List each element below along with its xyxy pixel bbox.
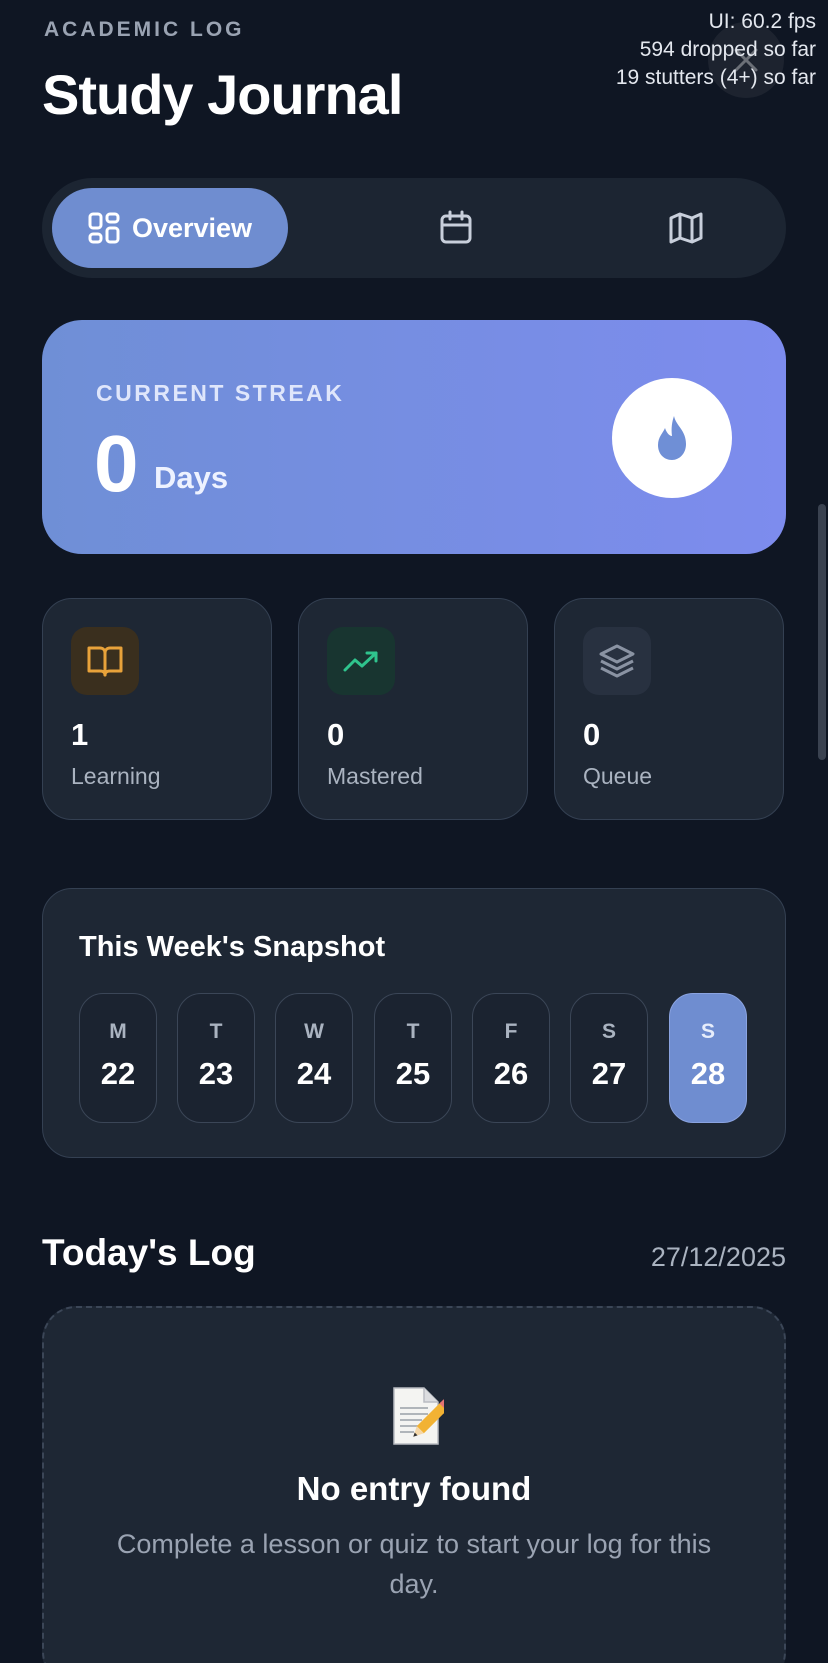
stat-value: 0 xyxy=(583,717,601,752)
day-cell[interactable]: S 27 xyxy=(570,993,648,1123)
empty-state-title: No entry found xyxy=(296,1470,532,1507)
day-cell[interactable]: T 23 xyxy=(177,993,255,1123)
day-cell[interactable]: F 26 xyxy=(472,993,550,1123)
day-letter: W xyxy=(304,1020,324,1043)
performance-overlay: UI: 60.2 fps 594 dropped so far 19 stutt… xyxy=(616,8,816,92)
day-letter: T xyxy=(406,1020,420,1043)
stat-icon-wrap xyxy=(327,627,395,695)
week-snapshot-title: This Week's Snapshot xyxy=(79,931,386,963)
view-tabs: Overview xyxy=(42,178,786,278)
day-number: 26 xyxy=(493,1056,529,1091)
stat-label: Queue xyxy=(583,763,653,789)
calendar-icon xyxy=(440,210,472,244)
layers-icon xyxy=(599,644,635,678)
day-number: 27 xyxy=(591,1056,627,1091)
empty-state-message: Complete a lesson or quiz to start your … xyxy=(116,1529,712,1599)
day-letter: F xyxy=(504,1020,518,1043)
streak-value: 0 xyxy=(94,419,139,508)
day-cell-today[interactable]: S 28 xyxy=(669,993,747,1123)
flame-icon xyxy=(658,416,686,460)
streak-unit: Days xyxy=(154,460,229,495)
stat-value: 1 xyxy=(71,717,89,752)
stat-label: Learning xyxy=(71,763,161,789)
book-icon xyxy=(87,646,123,677)
page-eyebrow: ACADEMIC LOG xyxy=(44,18,245,41)
todays-log-empty-card: No entry found Complete a lesson or quiz… xyxy=(42,1306,786,1663)
stat-value: 0 xyxy=(327,717,345,752)
map-icon xyxy=(669,212,703,244)
day-letter: S xyxy=(700,1020,715,1043)
stat-card-learning[interactable]: 1 Learning xyxy=(42,598,272,820)
day-number: 24 xyxy=(296,1056,332,1091)
streak-label: CURRENT STREAK xyxy=(96,380,345,406)
stat-label: Mastered xyxy=(327,763,423,789)
stat-card-queue[interactable]: 0 Queue xyxy=(554,598,784,820)
todays-log-date: 27/12/2025 xyxy=(650,1242,786,1272)
tab-overview-label: Overview xyxy=(131,212,253,243)
day-letter: M xyxy=(109,1020,127,1043)
fps-readout: UI: 60.2 fps xyxy=(708,10,816,33)
page-title: Study Journal xyxy=(42,63,403,126)
day-cell[interactable]: M 22 xyxy=(79,993,157,1123)
stat-card-mastered[interactable]: 0 Mastered xyxy=(298,598,528,820)
stat-icon-wrap xyxy=(71,627,139,695)
todays-log-title: Today's Log xyxy=(42,1232,256,1273)
dropped-frames-readout: 594 dropped so far xyxy=(639,38,816,61)
streak-card: CURRENT STREAK 0 Days xyxy=(42,320,786,554)
stat-icon-wrap xyxy=(583,627,651,695)
tab-calendar[interactable] xyxy=(356,188,556,268)
streak-badge xyxy=(612,378,732,498)
tab-map[interactable] xyxy=(586,188,786,268)
tab-overview[interactable]: Overview xyxy=(52,188,288,268)
day-letter: S xyxy=(601,1020,616,1043)
day-cell[interactable]: T 25 xyxy=(374,993,452,1123)
day-number: 23 xyxy=(198,1056,234,1091)
day-number: 25 xyxy=(395,1056,431,1091)
day-number: 22 xyxy=(100,1056,136,1091)
page-scrollbar[interactable] xyxy=(818,504,826,760)
day-letter: T xyxy=(209,1020,223,1043)
grid-icon xyxy=(88,212,120,244)
trending-up-icon xyxy=(343,651,378,672)
memo-icon xyxy=(393,1387,444,1445)
week-snapshot-card: This Week's Snapshot M 22 T 23 W 24 T 25… xyxy=(42,888,786,1158)
day-cell[interactable]: W 24 xyxy=(275,993,353,1123)
stutters-readout: 19 stutters (4+) so far xyxy=(615,66,816,89)
day-number: 28 xyxy=(690,1056,726,1091)
